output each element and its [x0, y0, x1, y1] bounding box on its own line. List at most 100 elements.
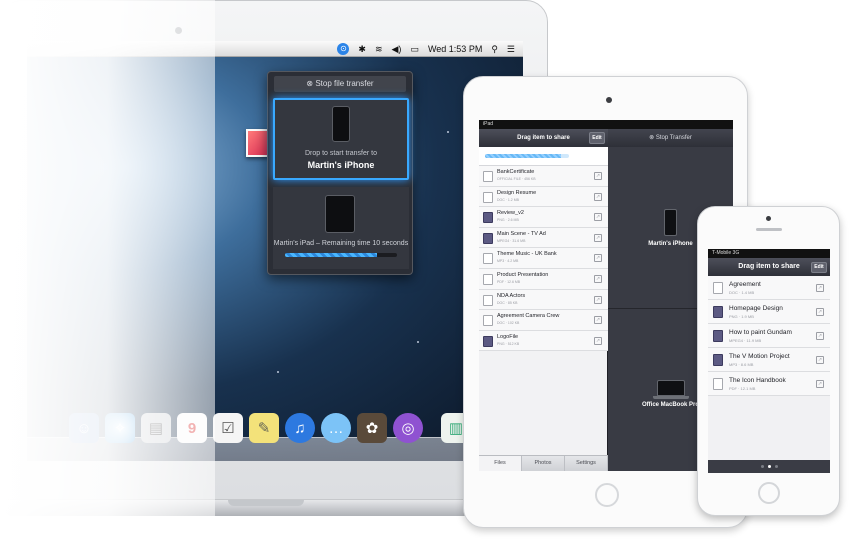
file-name: Design Resume [497, 189, 537, 196]
mac-menubar: ⊙ ✱ ≋ ◀) ▭ Wed 1:53 PM ⚲ ☰ [27, 41, 523, 57]
share-icon[interactable]: ↗ [594, 172, 602, 180]
bluetooth-icon[interactable]: ✱ [358, 41, 366, 57]
stop-icon: ⊗ [649, 135, 656, 141]
file-meta: DOC · 102 KB [497, 321, 520, 326]
iphone-edit-button[interactable]: Edit [811, 262, 827, 273]
page-dot[interactable] [774, 465, 778, 468]
ipad-camera [606, 97, 612, 103]
file-type-icon [483, 294, 493, 306]
ipad-upload-row [479, 147, 608, 166]
file-name: Agreement Camera Crew [497, 313, 560, 320]
tab-photos[interactable]: Photos [522, 456, 565, 471]
file-meta: PNG · 2.6 MB [497, 218, 519, 223]
page-dot-active[interactable] [767, 465, 771, 468]
file-name: Main Scene - TV Ad [497, 230, 546, 237]
page-dot[interactable] [760, 465, 764, 468]
file-type-icon [713, 330, 723, 342]
file-type-icon [483, 274, 493, 285]
transfer-progress-bar [285, 253, 397, 257]
share-icon[interactable]: ↗ [594, 336, 602, 345]
iphone-header-title: Drag item to share [738, 263, 800, 270]
file-list-item[interactable]: Design Resume DOC · 1.2 MB ↗ [479, 186, 608, 208]
file-list-item[interactable]: Theme Music - UK Bank MP3 · 4.2 MB ↗ [479, 248, 608, 269]
ipad-status-bar: iPad [479, 120, 733, 129]
file-type-icon [713, 282, 723, 294]
file-list-item[interactable]: Product Presentation PDF · 12.6 MB ↗ [479, 269, 608, 290]
share-icon[interactable]: ↗ [816, 308, 824, 316]
share-icon[interactable]: ↗ [816, 332, 824, 340]
stop-transfer-label: Stop file transfer [315, 79, 374, 88]
file-name: The Icon Handbook [729, 377, 786, 384]
share-icon[interactable]: ↗ [816, 356, 824, 364]
share-icon[interactable]: ↗ [816, 284, 824, 292]
file-name: NDA Actors [497, 292, 526, 299]
iphone-screen: T-Mobile 3G Drag item to share Edit Agre… [708, 249, 830, 473]
battery-icon[interactable]: ▭ [410, 41, 419, 57]
share-icon[interactable]: ↗ [594, 316, 602, 325]
share-icon[interactable]: ↗ [594, 233, 602, 242]
file-meta: DOC · 1.4 MB [729, 290, 755, 295]
finder-icon[interactable]: ☺ [69, 413, 99, 443]
share-icon[interactable]: ↗ [594, 254, 602, 263]
file-list-item[interactable]: BankCertificate OFFICIAL FILE · 456 KB ↗ [479, 166, 608, 187]
file-list-item[interactable]: The V Motion Project MP3 · 8.6 MB ↗ [708, 348, 830, 372]
file-list-item[interactable]: Main Scene - TV Ad MPEG4 · 31.6 MB ↗ [479, 227, 608, 249]
wifi-icon[interactable]: ≋ [375, 41, 383, 57]
file-meta: MP3 · 8.6 MB [729, 362, 754, 367]
file-type-icon [483, 253, 493, 265]
file-name: Agreement [729, 281, 761, 288]
share-icon[interactable]: ↗ [594, 275, 602, 283]
file-name: The V Motion Project [729, 353, 790, 360]
menubar-clock[interactable]: Wed 1:53 PM [428, 41, 482, 57]
share-icon[interactable]: ↗ [594, 213, 602, 222]
drop-target-ipad[interactable]: Martin's iPad – Remaining time 10 second… [273, 187, 409, 269]
share-icon[interactable]: ↗ [816, 380, 824, 388]
file-list-item[interactable]: How to paint Gundam MPEG4 · 11.9 MB ↗ [708, 324, 830, 348]
share-icon[interactable]: ↗ [594, 192, 602, 201]
iphone: T-Mobile 3G Drag item to share Edit Agre… [697, 206, 840, 516]
file-list-item[interactable]: Agreement DOC · 1.4 MB ↗ [708, 276, 830, 300]
preview-icon[interactable]: ▤ [141, 413, 171, 443]
app-store-icon[interactable]: ♫ [285, 413, 315, 443]
messages-icon[interactable]: … [321, 413, 351, 443]
volume-icon[interactable]: ◀) [392, 41, 402, 57]
iphone-home-button[interactable] [758, 482, 780, 504]
notes-icon[interactable]: ✎ [249, 413, 279, 443]
file-list-item[interactable]: LogoFile PNG · 512 KB ↗ [479, 330, 608, 352]
spotlight-icon[interactable]: ⚲ [491, 41, 498, 57]
tab-settings[interactable]: Settings [565, 456, 608, 471]
macbook-device-base [653, 396, 689, 399]
file-list-item[interactable]: Homepage Design PNG · 1.9 MB ↗ [708, 300, 830, 324]
ipad-header-title: Drag item to share [517, 135, 570, 141]
ipad-header: Drag item to share Edit [479, 129, 608, 147]
macbook-device-icon [657, 380, 685, 396]
remaining-status: Martin's iPad – Remaining time 10 second… [273, 240, 409, 247]
ipad-home-button[interactable] [595, 483, 619, 507]
file-list-item[interactable]: NDA Actors DOC · 85 KB ↗ [479, 289, 608, 311]
file-list-item[interactable]: The Icon Handbook PDF · 12.1 MB ↗ [708, 372, 830, 396]
app-icon[interactable]: ⊙ [337, 42, 350, 55]
file-meta: DOC · 85 KB [497, 300, 518, 305]
file-type-icon [483, 232, 493, 244]
calendar-icon[interactable]: 9 [177, 413, 207, 443]
notification-center-icon[interactable]: ☰ [507, 41, 515, 57]
ipad-edit-button[interactable]: Edit [589, 132, 605, 144]
ipad-stop-transfer-button[interactable]: ⊗ Stop Transfer [608, 129, 733, 147]
tab-files[interactable]: Files [479, 456, 522, 471]
ipad-screen: iPad Drag item to share Edit BankCertifi… [479, 120, 733, 471]
drop-target-iphone[interactable]: Drop to start transfer to Martin's iPhon… [273, 98, 409, 180]
stop-transfer-button[interactable]: ⊗ Stop file transfer [274, 76, 406, 92]
reminders-icon[interactable]: ☑ [213, 413, 243, 443]
file-type-icon [713, 306, 723, 318]
drop-hint: Drop to start transfer to [305, 150, 377, 157]
file-type-icon [713, 378, 723, 390]
instashare-icon[interactable]: ◎ [393, 413, 423, 443]
macbook-notch [228, 500, 304, 506]
share-icon[interactable]: ↗ [594, 295, 602, 304]
file-type-icon [483, 315, 493, 327]
file-type-icon [483, 191, 493, 203]
safari-icon[interactable]: ✧ [105, 413, 135, 443]
file-list-item[interactable]: Agreement Camera Crew DOC · 102 KB ↗ [479, 310, 608, 331]
iphoto-icon[interactable]: ✿ [357, 413, 387, 443]
file-list-item[interactable]: Review_v2 PNG · 2.6 MB ↗ [479, 207, 608, 228]
